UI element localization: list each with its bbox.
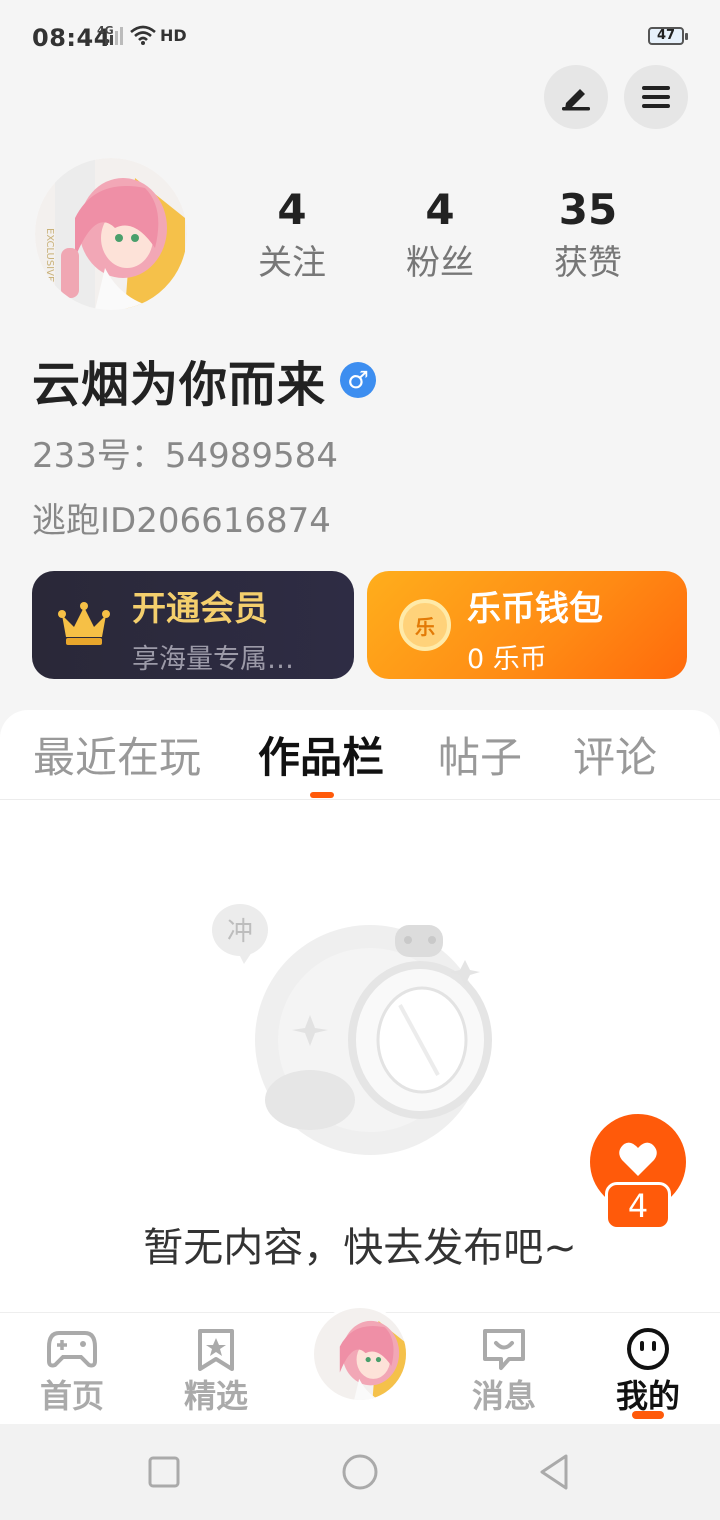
stat-value: 4 <box>425 185 455 234</box>
profile-tabs: 最近在玩 作品栏 帖子 评论 <box>0 710 720 800</box>
battery-icon: 47 <box>648 27 688 45</box>
active-tab-indicator <box>310 792 334 798</box>
crown-icon <box>58 602 110 645</box>
stat-value: 35 <box>558 185 618 234</box>
stat-value: 4 <box>277 185 307 234</box>
stat-label: 关注 <box>258 243 326 283</box>
signal-icon <box>105 27 123 45</box>
heart-icon <box>619 1142 657 1176</box>
empty-state-illustration: 冲 <box>212 904 492 1155</box>
system-navigation-bar <box>0 1424 720 1520</box>
recent-apps-icon[interactable] <box>144 1452 184 1492</box>
tab-comments[interactable]: 评论 <box>573 730 657 786</box>
wallet-title: 乐币钱包 <box>467 589 603 629</box>
hamburger-menu-icon <box>642 86 670 108</box>
nav-label: 精选 <box>183 1377 248 1415</box>
wallet-balance: 0 乐币 <box>467 644 547 675</box>
avatar-watermark: EXCLUSIVE <box>44 228 55 282</box>
menu-button[interactable] <box>624 65 688 129</box>
stat-label: 粉丝 <box>406 243 474 283</box>
male-gender-icon: ♂ <box>340 362 377 398</box>
tab-recent-played[interactable]: 最近在玩 <box>33 730 201 786</box>
edit-profile-button[interactable] <box>544 65 608 129</box>
center-avatar-button[interactable] <box>311 1305 409 1403</box>
vip-subtitle: 享海量专属… <box>132 644 294 675</box>
nav-item-mine[interactable]: 我的 <box>576 1313 720 1425</box>
stat-likes[interactable]: 35 获赞 <box>514 182 662 288</box>
like-count-badge[interactable]: 4 <box>605 1182 671 1230</box>
star-bookmark-icon <box>198 1329 234 1371</box>
nav-item-messages[interactable]: 消息 <box>432 1313 576 1425</box>
tab-posts[interactable]: 帖子 <box>438 730 522 786</box>
gamepad-icon <box>47 1331 97 1368</box>
pen-icon <box>562 89 590 111</box>
nav-item-featured[interactable]: 精选 <box>144 1313 288 1425</box>
nav-label: 消息 <box>471 1377 536 1415</box>
vip-membership-card[interactable]: 开通会员 享海量专属… <box>32 571 354 679</box>
status-bar: 08:44 4G HD 47 <box>0 0 720 76</box>
home-icon[interactable] <box>340 1452 380 1492</box>
wifi-icon <box>130 25 156 45</box>
coin-icon: 乐 <box>399 599 451 651</box>
stat-label: 获赞 <box>554 243 622 283</box>
account-id-233[interactable]: 233号：54989584 <box>32 428 338 477</box>
nav-item-home[interactable]: 首页 <box>0 1313 144 1425</box>
tab-works[interactable]: 作品栏 <box>258 730 384 786</box>
account-id-taopao[interactable]: 逃跑ID206616874 <box>32 493 331 542</box>
nickname-row: 云烟为你而来 ♂ <box>32 350 377 413</box>
avatar-image: EXCLUSIVE <box>35 158 187 310</box>
chat-bubble-icon <box>483 1329 525 1370</box>
vip-title: 开通会员 <box>132 589 268 629</box>
nav-label: 首页 <box>39 1377 104 1415</box>
stat-following[interactable]: 4 关注 <box>218 182 366 288</box>
hd-indicator: HD <box>160 26 187 45</box>
wallet-card[interactable]: 乐 乐币钱包 0 乐币 <box>367 571 687 679</box>
stat-followers[interactable]: 4 粉丝 <box>366 182 514 288</box>
profile-stats: 4 关注 4 粉丝 35 获赞 <box>218 182 662 302</box>
smiley-face-icon <box>627 1328 669 1370</box>
bubble-text: 冲 <box>227 917 253 947</box>
profile-screen: 08:44 4G HD 47 EXCLUSIVE 4 关注 4 粉丝 35 获赞… <box>0 0 720 1520</box>
back-icon[interactable] <box>536 1452 576 1492</box>
nickname: 云烟为你而来 <box>32 357 327 413</box>
active-nav-underline <box>632 1411 664 1419</box>
avatar[interactable]: EXCLUSIVE <box>35 158 187 310</box>
